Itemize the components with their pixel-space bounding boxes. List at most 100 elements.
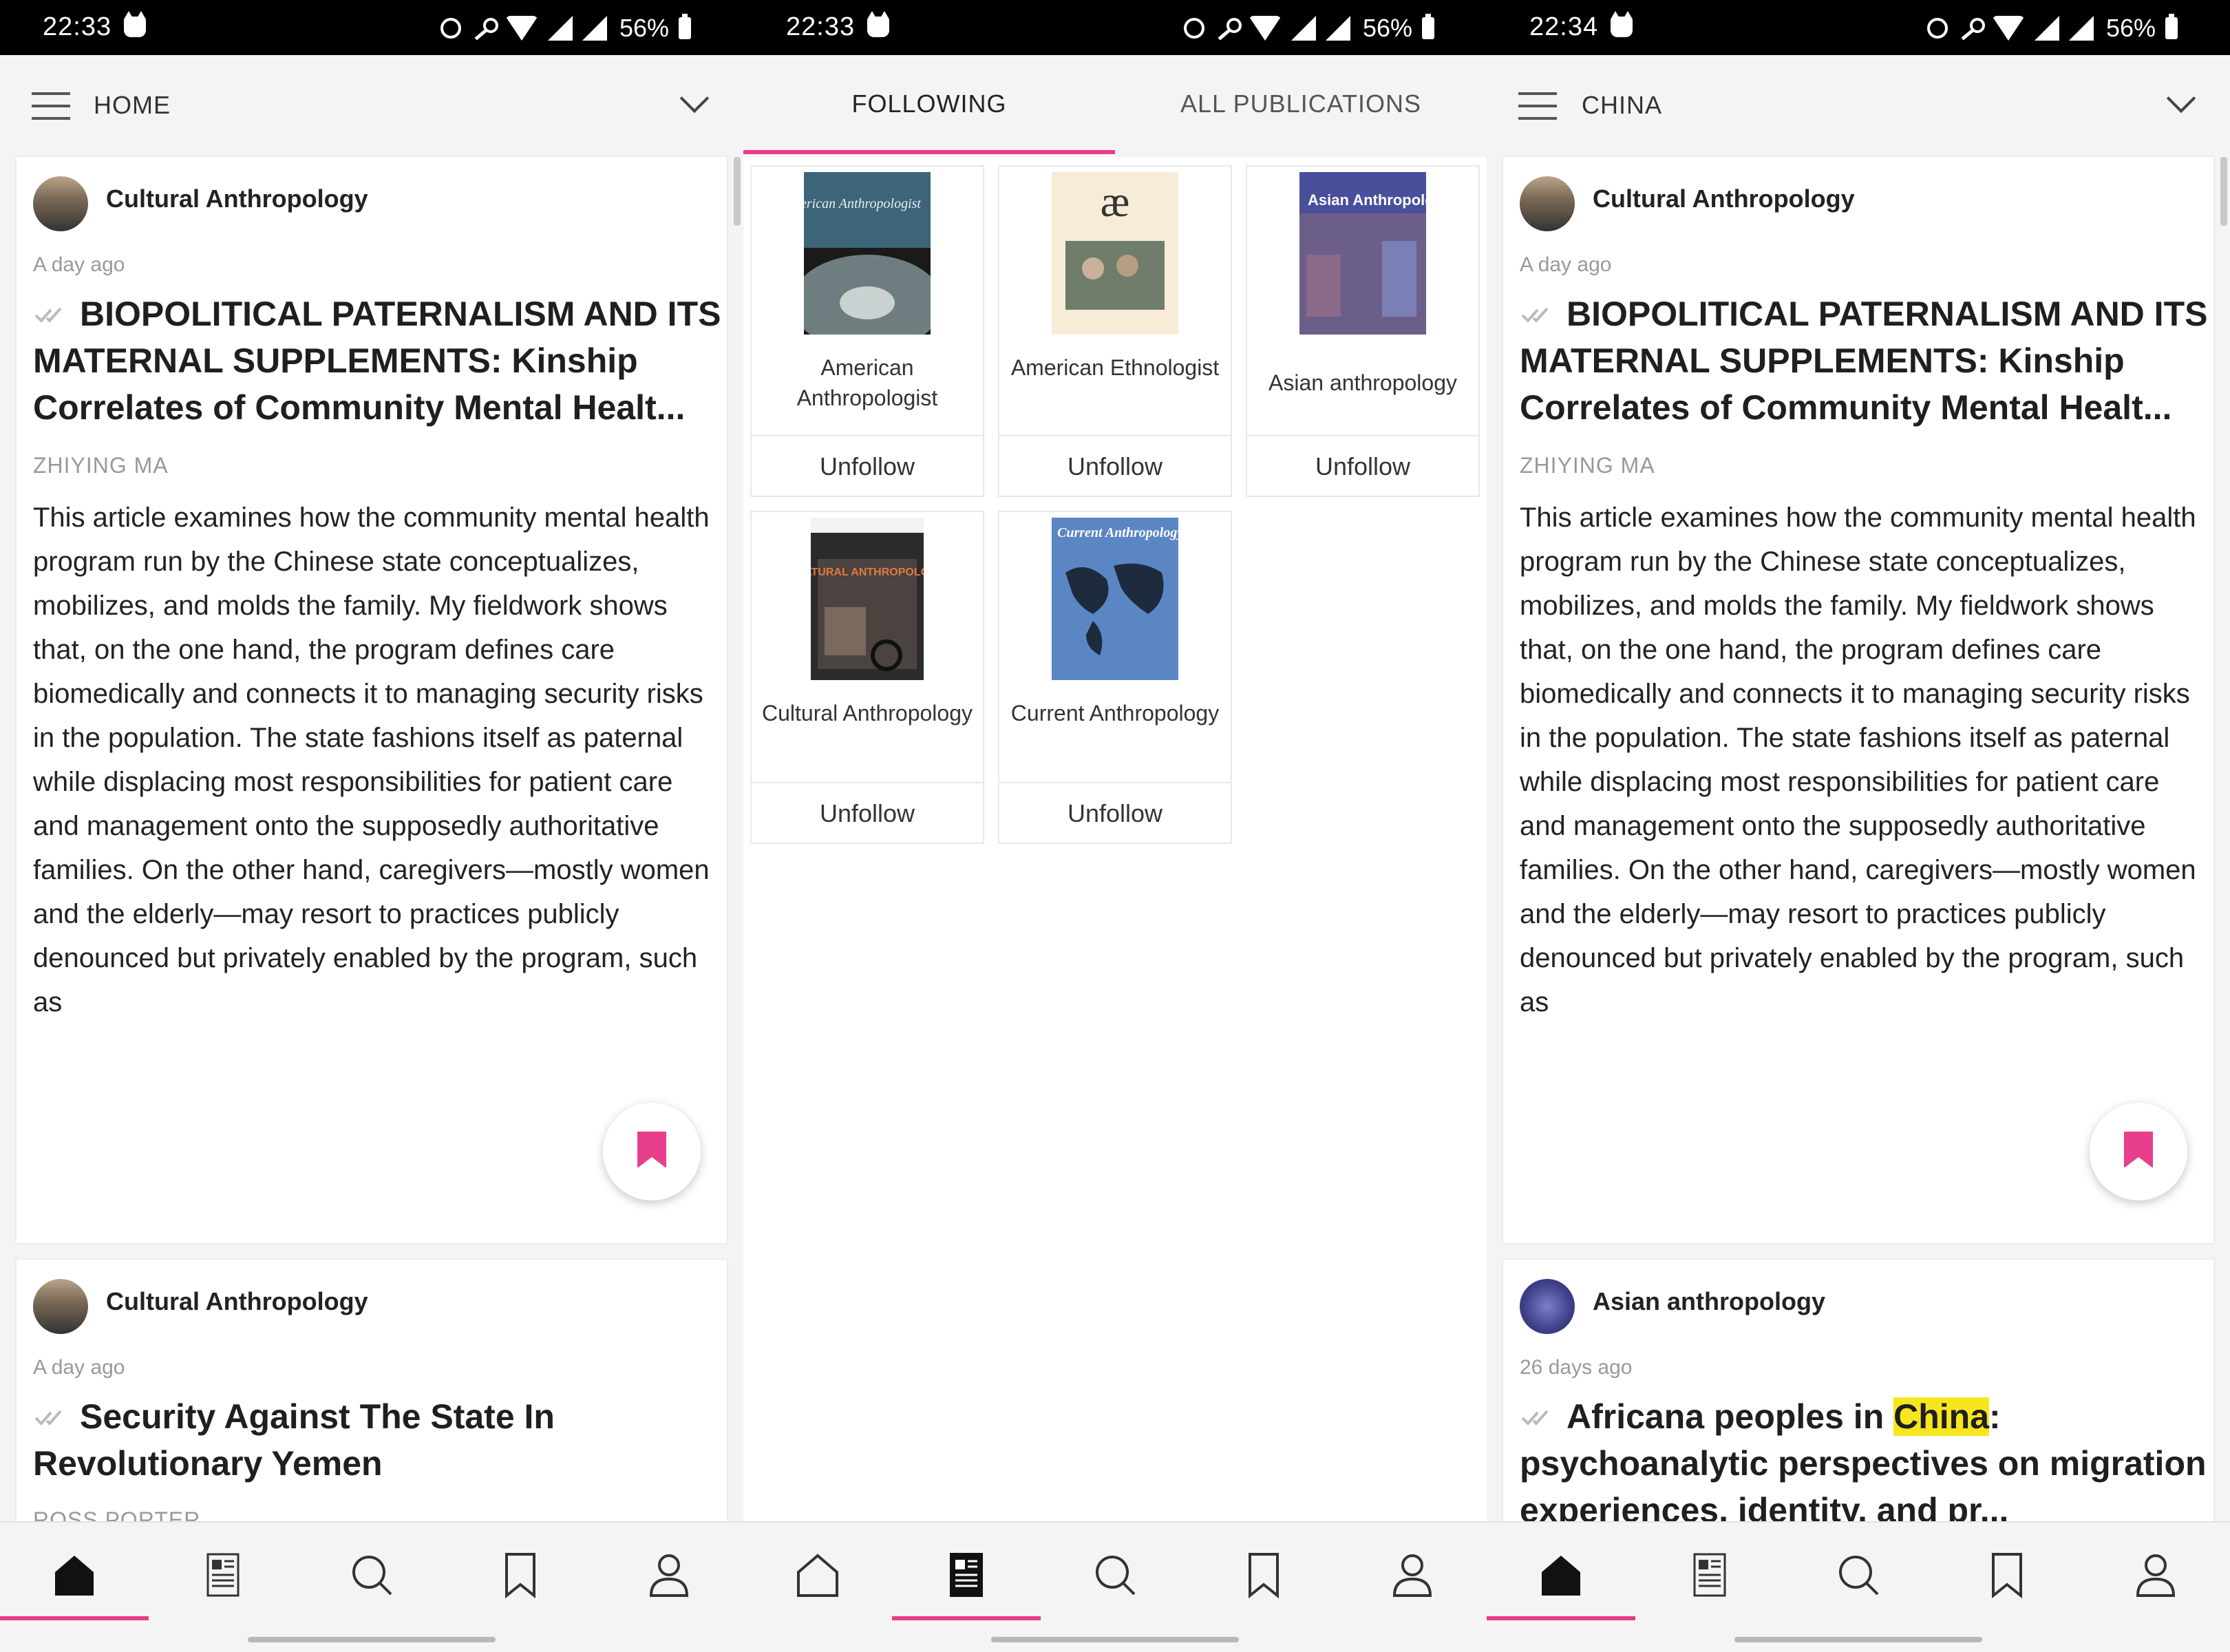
- menu-icon[interactable]: [1518, 92, 1557, 120]
- nav-selected-indicator: [1487, 1616, 1635, 1620]
- search-term-highlight: China: [1893, 1397, 1990, 1436]
- article-title[interactable]: Security Against The State In Revolution…: [33, 1393, 721, 1487]
- publication-tile[interactable]: CULTURAL ANTHROPOLOGY Cultural Anthropol…: [750, 511, 984, 844]
- wifi-icon: [1249, 16, 1282, 41]
- nav-publications[interactable]: [892, 1523, 1041, 1626]
- unfollow-button[interactable]: Unfollow: [999, 782, 1231, 843]
- publication-tile[interactable]: Asian Anthropology Asian anthropology Un…: [1246, 165, 1480, 497]
- cover-text: American Anthropologist: [804, 196, 921, 211]
- app-bar: HOME: [0, 55, 743, 157]
- bookmark-icon: [2124, 1132, 2153, 1168]
- publication-avatar: [1520, 176, 1575, 231]
- status-icons: 56%: [1184, 11, 1435, 45]
- cover-text: Asian Anthropology: [1308, 191, 1426, 209]
- publication-avatar: [33, 176, 88, 231]
- chevron-down-icon[interactable]: [2166, 83, 2196, 114]
- scrollbar[interactable]: [2220, 157, 2227, 226]
- publication-name[interactable]: Cultural Anthropology: [106, 1287, 368, 1316]
- nav-publications[interactable]: [1635, 1523, 1784, 1626]
- alarm-icon: [1184, 18, 1204, 39]
- publication-name: Asian anthropology: [1268, 370, 1457, 395]
- nav-profile[interactable]: [595, 1523, 743, 1626]
- vpn-key-icon: [1214, 18, 1242, 39]
- gesture-bar: [248, 1637, 496, 1642]
- article-card[interactable]: Asian anthropology 26 days ago Africana …: [1502, 1258, 2215, 1534]
- menu-icon[interactable]: [32, 92, 70, 120]
- battery-icon: [2165, 14, 2178, 39]
- publications-icon: [944, 1552, 988, 1598]
- battery-icon: [679, 14, 692, 39]
- publication-tile[interactable]: æ American Ethnologist Unfollow: [998, 165, 1232, 497]
- home-icon: [52, 1552, 96, 1598]
- article-author: ZHIYING MA: [33, 453, 169, 478]
- status-bar: 22:33 56%: [0, 0, 743, 55]
- signal-roaming-icon: [2069, 16, 2094, 41]
- signal-icon: [2035, 16, 2059, 41]
- bookmark-button[interactable]: [2090, 1103, 2187, 1200]
- publication-name: Current Anthropology: [1010, 701, 1220, 726]
- publications-icon: [1688, 1552, 1732, 1598]
- publications-icon: [201, 1552, 245, 1598]
- search-icon: [1836, 1552, 1880, 1598]
- vpn-key-icon: [1957, 18, 1985, 39]
- nav-bookmarks[interactable]: [1189, 1523, 1338, 1626]
- bookmark-icon: [637, 1132, 666, 1168]
- nav-profile[interactable]: [1338, 1523, 1487, 1626]
- publication-tile[interactable]: Current Anthropology Current Anthropolog…: [998, 511, 1232, 844]
- bottom-navigation: [743, 1521, 1487, 1652]
- nav-search[interactable]: [1041, 1523, 1189, 1626]
- nav-search[interactable]: [1784, 1523, 1933, 1626]
- profile-icon: [647, 1552, 691, 1598]
- article-card[interactable]: Cultural Anthropology A day ago Security…: [15, 1258, 728, 1534]
- notification-cat-icon: [1611, 11, 1633, 37]
- nav-home[interactable]: [743, 1523, 892, 1626]
- bottom-navigation: [0, 1521, 743, 1652]
- signal-icon: [1291, 16, 1316, 41]
- wifi-icon: [1992, 16, 2025, 41]
- publication-name[interactable]: Cultural Anthropology: [1593, 184, 1855, 213]
- unfollow-button[interactable]: Unfollow: [1247, 435, 1478, 496]
- article-card[interactable]: Cultural Anthropology A day ago BIOPOLIT…: [1502, 156, 2215, 1245]
- article-age: A day ago: [33, 253, 125, 276]
- publication-name[interactable]: Cultural Anthropology: [106, 184, 368, 213]
- feed-selector-title[interactable]: CHINA: [1582, 91, 1662, 120]
- article-title[interactable]: BIOPOLITICAL PATERNALISM AND ITS MATERNA…: [1520, 290, 2208, 431]
- nav-publications[interactable]: [149, 1523, 297, 1626]
- bookmark-icon: [1985, 1552, 2029, 1599]
- nav-bookmarks[interactable]: [446, 1523, 595, 1626]
- scrollbar[interactable]: [734, 157, 741, 226]
- unfollow-button[interactable]: Unfollow: [752, 782, 983, 843]
- nav-profile[interactable]: [2081, 1523, 2230, 1626]
- publication-tile[interactable]: American Anthropologist American Anthrop…: [750, 165, 984, 497]
- tab-following[interactable]: FOLLOWING: [743, 89, 1115, 118]
- gesture-bar: [991, 1637, 1239, 1642]
- nav-home[interactable]: [0, 1523, 149, 1626]
- nav-bookmarks[interactable]: [1933, 1523, 2081, 1626]
- publication-avatar: [33, 1279, 88, 1334]
- profile-icon: [1390, 1552, 1434, 1598]
- status-bar: 22:33 56%: [743, 0, 1487, 55]
- status-time: 22:33: [43, 12, 112, 41]
- publications-grid: American Anthropologist American Anthrop…: [743, 157, 1487, 1521]
- article-title[interactable]: Africana peoples in China: psychoanalyti…: [1520, 1393, 2208, 1534]
- unfollow-button[interactable]: Unfollow: [752, 435, 983, 496]
- article-title[interactable]: BIOPOLITICAL PATERNALISM AND ITS MATERNA…: [33, 290, 721, 431]
- wifi-icon: [505, 16, 538, 41]
- publication-cover: CULTURAL ANTHROPOLOGY: [811, 518, 924, 680]
- publication-cover: Asian Anthropology: [1299, 172, 1426, 335]
- feed-selector-title[interactable]: HOME: [94, 91, 171, 120]
- unfollow-button[interactable]: Unfollow: [999, 435, 1231, 496]
- tab-all-publications[interactable]: ALL PUBLICATIONS: [1115, 89, 1487, 118]
- signal-roaming-icon: [582, 16, 607, 41]
- battery-icon: [1422, 14, 1435, 39]
- chevron-down-icon[interactable]: [679, 83, 710, 114]
- nav-home[interactable]: [1487, 1523, 1635, 1626]
- nav-search[interactable]: [297, 1523, 446, 1626]
- profile-icon: [2134, 1552, 2178, 1598]
- publication-name[interactable]: Asian anthropology: [1593, 1287, 1825, 1316]
- article-card[interactable]: Cultural Anthropology A day ago BIOPOLIT…: [15, 156, 728, 1245]
- battery-percent: 56%: [1363, 14, 1413, 42]
- status-time: 22:33: [786, 12, 856, 41]
- bookmark-button[interactable]: [603, 1103, 701, 1200]
- publication-name: American Ethnologist: [1010, 355, 1220, 380]
